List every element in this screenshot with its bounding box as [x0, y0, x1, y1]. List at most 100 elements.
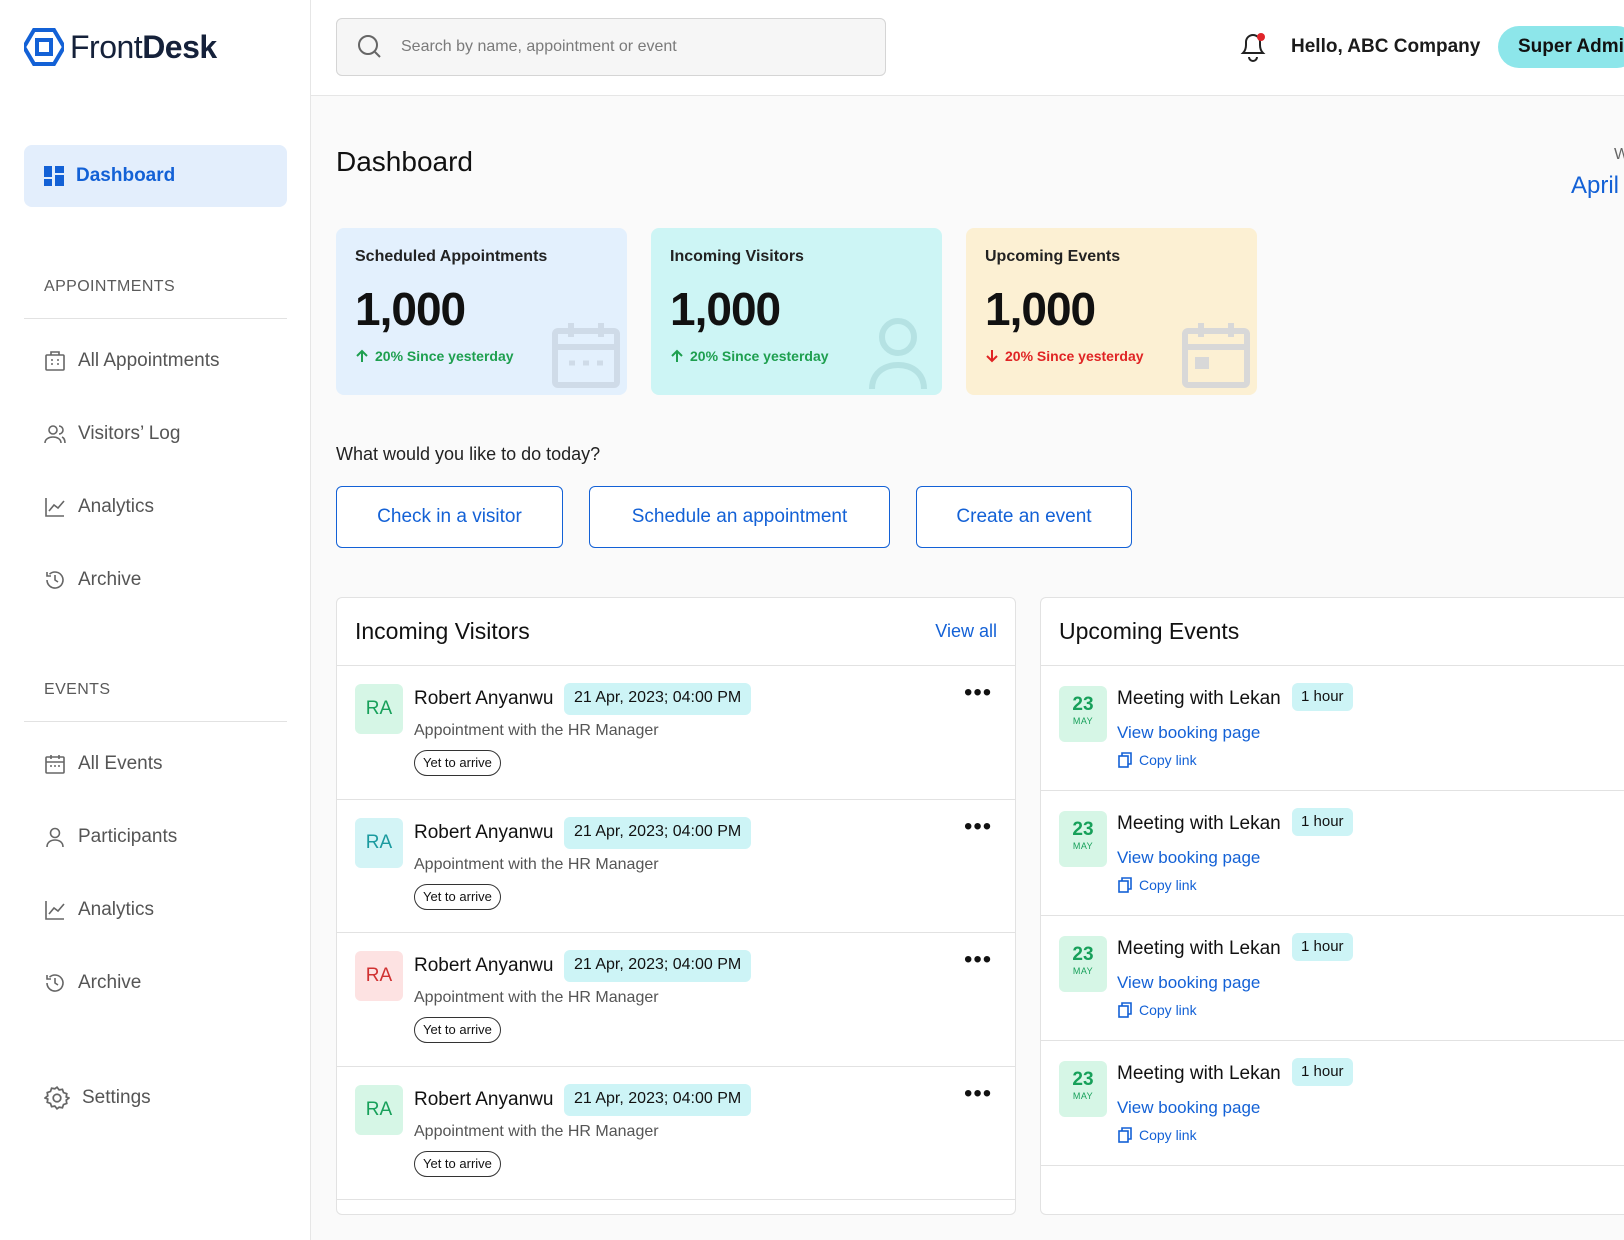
- logo-text: FrontDesk: [70, 28, 217, 65]
- view-booking-page-link[interactable]: View booking page: [1117, 723, 1260, 743]
- view-all-link[interactable]: View all: [935, 621, 997, 642]
- sidebar-item-all-events[interactable]: All Events: [44, 753, 162, 775]
- duration-badge: 1 hour: [1292, 1058, 1353, 1086]
- role-badge[interactable]: Super Admin: [1498, 26, 1624, 68]
- sidebar-item-events-analytics[interactable]: Analytics: [44, 899, 154, 921]
- view-booking-page-link[interactable]: View booking page: [1117, 1098, 1260, 1118]
- copy-link-button[interactable]: Copy link: [1117, 1127, 1197, 1143]
- visitor-list: RA Robert Anyanwu 21 Apr, 2023; 04:00 PM…: [337, 666, 1015, 1200]
- copy-icon: [1118, 877, 1132, 893]
- visitor-row[interactable]: RA Robert Anyanwu 21 Apr, 2023; 04:00 PM…: [337, 933, 1015, 1067]
- event-day: 23: [1072, 694, 1094, 715]
- sidebar: FrontDesk Dashboard APPOINTMENTS All App…: [0, 0, 311, 1240]
- sidebar-item-settings[interactable]: Settings: [44, 1085, 151, 1111]
- stat-card-events[interactable]: Upcoming Events 1,000 20% Since yesterda…: [966, 228, 1257, 395]
- visit-description: Appointment with the HR Manager: [414, 989, 659, 1006]
- dashboard-icon: [44, 166, 64, 186]
- visitor-row[interactable]: RA Robert Anyanwu 21 Apr, 2023; 04:00 PM…: [337, 666, 1015, 800]
- event-row[interactable]: 23 MAY Meeting with Lekan 1 hour View bo…: [1041, 916, 1624, 1041]
- visitor-name: Robert Anyanwu: [414, 955, 554, 976]
- event-date-box: 23 MAY: [1059, 936, 1107, 992]
- copy-link-label: Copy link: [1139, 1127, 1197, 1143]
- stat-delta-text: 20% Since yesterday: [690, 348, 829, 364]
- arrow-up-icon: [671, 349, 683, 362]
- event-title: Meeting with Lekan: [1117, 688, 1281, 709]
- stat-label: Scheduled Appointments: [355, 248, 548, 265]
- notifications-button[interactable]: [1239, 30, 1267, 67]
- action-prompt: What would you like to do today?: [336, 444, 601, 464]
- bell-icon: [1240, 33, 1266, 62]
- event-date-box: 23 MAY: [1059, 1061, 1107, 1117]
- more-options-icon[interactable]: •••: [964, 1081, 992, 1105]
- visitor-row[interactable]: RA Robert Anyanwu 21 Apr, 2023; 04:00 PM…: [337, 1067, 1015, 1200]
- event-title: Meeting with Lekan: [1117, 1063, 1281, 1084]
- copy-link-button[interactable]: Copy link: [1117, 877, 1197, 893]
- stat-card-appointments[interactable]: Scheduled Appointments 1,000 20% Since y…: [336, 228, 627, 395]
- history-icon: [46, 571, 64, 589]
- event-month: MAY: [1072, 841, 1094, 851]
- visitor-row[interactable]: RA Robert Anyanwu 21 Apr, 2023; 04:00 PM…: [337, 800, 1015, 933]
- view-booking-page-link[interactable]: View booking page: [1117, 973, 1260, 993]
- arrow-down-icon: [986, 350, 998, 363]
- visitor-name: Robert Anyanwu: [414, 1088, 554, 1110]
- sidebar-item-participants[interactable]: Participants: [44, 826, 177, 848]
- sidebar-item-visitors-log[interactable]: Visitors’ Log: [44, 423, 180, 445]
- search-input[interactable]: Search by name, appointment or event: [401, 38, 677, 56]
- app-logo[interactable]: FrontDesk: [24, 28, 217, 66]
- visit-datetime-badge: 21 Apr, 2023; 04:00 PM: [564, 683, 752, 715]
- event-title: Meeting with Lekan: [1117, 813, 1281, 834]
- sidebar-item-all-appointments[interactable]: All Appointments: [44, 350, 220, 372]
- status-badge: Yet to arrive: [414, 750, 501, 776]
- event-day: 23: [1072, 944, 1094, 965]
- panel-title: Upcoming Events: [1059, 618, 1240, 644]
- user-greeting: Hello, ABC Company: [1291, 36, 1481, 57]
- copy-icon: [1118, 1002, 1132, 1018]
- duration-badge: 1 hour: [1292, 683, 1353, 711]
- sidebar-item-label: Analytics: [78, 496, 155, 517]
- sidebar-item-label: Analytics: [78, 899, 155, 920]
- section-title-appointments: APPOINTMENTS: [44, 278, 176, 295]
- more-options-icon[interactable]: •••: [964, 948, 992, 972]
- copy-link-label: Copy link: [1139, 1002, 1197, 1018]
- event-row[interactable]: 23 MAY Meeting with Lekan 1 hour View bo…: [1041, 791, 1624, 916]
- top-header: Search by name, appointment or event Hel…: [311, 0, 1624, 96]
- frontdesk-logo-icon: [24, 28, 64, 66]
- status-badge: Yet to arrive: [414, 1150, 501, 1177]
- event-row[interactable]: 23 MAY Meeting with Lekan 1 hour View bo…: [1041, 1041, 1624, 1166]
- chart-icon: [45, 901, 65, 920]
- stat-label: Incoming Visitors: [670, 248, 804, 265]
- event-list: 23 MAY Meeting with Lekan 1 hour View bo…: [1041, 666, 1624, 1166]
- search-bar[interactable]: Search by name, appointment or event: [336, 18, 886, 76]
- upcoming-events-panel: Upcoming Events 23 MAY Meeting with Leka…: [1040, 597, 1624, 1215]
- history-icon: [46, 974, 64, 992]
- create-event-button[interactable]: Create an event: [916, 486, 1132, 548]
- event-title: Meeting with Lekan: [1117, 938, 1281, 959]
- copy-icon: [1118, 752, 1132, 768]
- copy-link-button[interactable]: Copy link: [1117, 752, 1197, 768]
- more-options-icon[interactable]: •••: [964, 681, 992, 705]
- schedule-appointment-button[interactable]: Schedule an appointment: [589, 486, 890, 548]
- stat-card-visitors[interactable]: Incoming Visitors 1,000 20% Since yester…: [651, 228, 942, 395]
- copy-link-button[interactable]: Copy link: [1117, 1002, 1197, 1018]
- sidebar-item-archive[interactable]: Archive: [44, 569, 141, 591]
- copy-icon: [1118, 1127, 1132, 1143]
- sidebar-item-analytics[interactable]: Analytics: [44, 496, 154, 518]
- event-row[interactable]: 23 MAY Meeting with Lekan 1 hour View bo…: [1041, 666, 1624, 791]
- check-in-visitor-button[interactable]: Check in a visitor: [336, 486, 563, 548]
- sidebar-item-label: Participants: [78, 826, 178, 847]
- sidebar-item-label: Settings: [82, 1087, 151, 1108]
- week-selector[interactable]: April: [1571, 172, 1619, 200]
- view-booking-page-link[interactable]: View booking page: [1117, 848, 1260, 868]
- gear-icon: [44, 1085, 70, 1111]
- sidebar-item-events-archive[interactable]: Archive: [44, 972, 141, 994]
- incoming-visitors-panel: Incoming Visitors View all RA Robert Any…: [336, 597, 1016, 1215]
- sidebar-item-label: All Appointments: [78, 350, 220, 371]
- sidebar-item-label: Archive: [78, 972, 142, 993]
- more-options-icon[interactable]: •••: [964, 814, 992, 838]
- status-badge: Yet to arrive: [414, 1017, 501, 1043]
- copy-link-label: Copy link: [1139, 877, 1197, 893]
- sidebar-item-label: Dashboard: [76, 165, 176, 186]
- sidebar-item-dashboard[interactable]: Dashboard: [24, 145, 287, 207]
- user-icon: [46, 827, 64, 848]
- stat-label: Upcoming Events: [985, 248, 1121, 265]
